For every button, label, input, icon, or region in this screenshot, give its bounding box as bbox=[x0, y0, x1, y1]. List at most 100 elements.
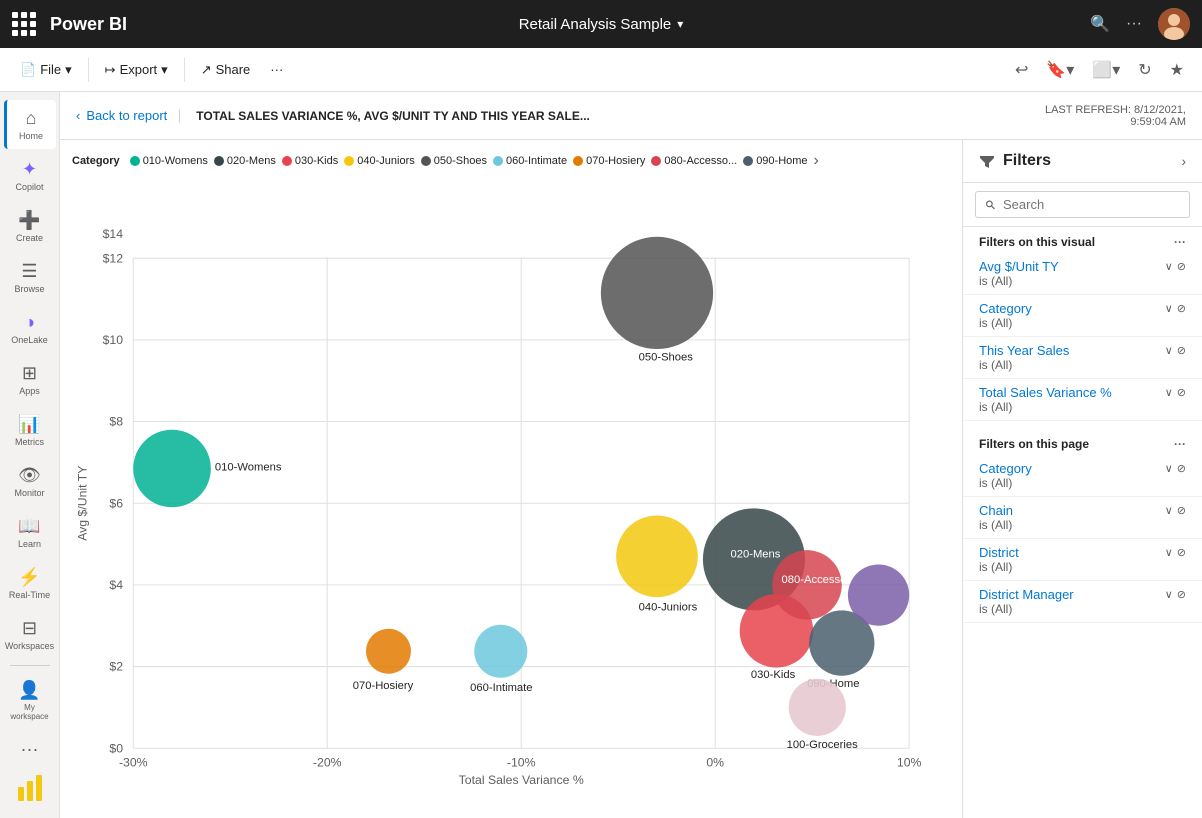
filter-icon bbox=[979, 153, 995, 169]
filter-page-cat-chevron[interactable]: ∨ bbox=[1165, 462, 1173, 475]
app-logo: Power BI bbox=[50, 14, 127, 35]
svg-text:050-Shoes: 050-Shoes bbox=[639, 351, 694, 363]
filters-title-text: Filters bbox=[1003, 152, 1051, 170]
filter-category-chevron[interactable]: ∨ bbox=[1165, 302, 1173, 315]
title-chevron-icon[interactable]: ▾ bbox=[677, 17, 683, 31]
sidebar-item-more[interactable]: ··· bbox=[4, 731, 56, 768]
filter-search-input[interactable] bbox=[1003, 197, 1179, 212]
undo-button[interactable]: ↩ bbox=[1009, 56, 1034, 84]
filter-item-category-header: Category ∨ ⊘ bbox=[979, 301, 1186, 316]
sidebar-item-apps[interactable]: ⊞ Apps bbox=[4, 355, 56, 404]
filter-chain-clear[interactable]: ⊘ bbox=[1177, 504, 1186, 517]
sidebar-item-workspaces[interactable]: ⊟ Workspaces bbox=[4, 610, 56, 659]
svg-text:$2: $2 bbox=[109, 660, 123, 674]
sidebar-item-myworkspace[interactable]: 👤 My workspace bbox=[4, 672, 56, 729]
main-area: ⌂ Home ✦ Copilot ➕ Create ☰ Browse ◑ One… bbox=[0, 92, 1202, 818]
filter-avg-unit-clear[interactable]: ⊘ bbox=[1177, 260, 1186, 273]
legend-next-button[interactable]: › bbox=[814, 152, 819, 170]
bubble-060-intimate[interactable] bbox=[474, 625, 527, 678]
separator bbox=[88, 58, 89, 82]
apps-grid-icon[interactable] bbox=[12, 12, 36, 36]
filter-districtmgr-chevron[interactable]: ∨ bbox=[1165, 588, 1173, 601]
legend-label-070: 070-Hosiery bbox=[586, 155, 645, 167]
filter-page-cat-clear[interactable]: ⊘ bbox=[1177, 462, 1186, 475]
filter-search-area bbox=[963, 183, 1202, 227]
filter-thisyear-chevron[interactable]: ∨ bbox=[1165, 344, 1173, 357]
powerbi-bottom-icon[interactable] bbox=[14, 773, 46, 810]
filter-avg-unit-controls: ∨ ⊘ bbox=[1165, 260, 1186, 273]
bubble-accessories-alt[interactable] bbox=[848, 564, 909, 625]
filter-districtmgr-clear[interactable]: ⊘ bbox=[1177, 588, 1186, 601]
legend: Category 010-Womens 020-Mens 030-Kids bbox=[72, 148, 950, 174]
refresh-button[interactable]: ↻ bbox=[1132, 56, 1157, 84]
export-button[interactable]: ↦ Export ▾ bbox=[97, 58, 176, 82]
sidebar-item-realtime[interactable]: ⚡ Real-Time bbox=[4, 559, 56, 608]
sidebar-item-home[interactable]: ⌂ Home bbox=[4, 100, 56, 149]
sidebar: ⌂ Home ✦ Copilot ➕ Create ☰ Browse ◑ One… bbox=[0, 92, 60, 818]
report-title-text: Retail Analysis Sample bbox=[519, 16, 672, 33]
filter-chain-name[interactable]: Chain bbox=[979, 503, 1013, 518]
content-area: ‹ Back to report TOTAL SALES VARIANCE %,… bbox=[60, 92, 1202, 818]
filter-chain-chevron[interactable]: ∨ bbox=[1165, 504, 1173, 517]
sidebar-item-browse[interactable]: ☰ Browse bbox=[4, 253, 56, 302]
apps-icon: ⊞ bbox=[22, 363, 37, 384]
filter-thisyear-name[interactable]: This Year Sales bbox=[979, 343, 1069, 358]
favorite-button[interactable]: ★ bbox=[1164, 56, 1190, 84]
filter-totalsalesvar-chevron[interactable]: ∨ bbox=[1165, 386, 1173, 399]
sidebar-item-browse-label: Browse bbox=[14, 284, 44, 294]
bookmark-dropdown-button[interactable]: 🔖▾ bbox=[1040, 56, 1080, 84]
back-to-report-button[interactable]: ‹ Back to report bbox=[76, 108, 167, 123]
sidebar-item-monitor[interactable]: 👁 Monitor bbox=[4, 457, 56, 506]
share-button[interactable]: ↗ Share bbox=[193, 58, 259, 82]
filter-thisyear-clear[interactable]: ⊘ bbox=[1177, 344, 1186, 357]
filter-district-clear[interactable]: ⊘ bbox=[1177, 546, 1186, 559]
filter-totalsalesvar-clear[interactable]: ⊘ bbox=[1177, 386, 1186, 399]
filter-category-clear[interactable]: ⊘ bbox=[1177, 302, 1186, 315]
filter-chain-header: Chain ∨ ⊘ bbox=[979, 503, 1186, 518]
filter-district-controls: ∨ ⊘ bbox=[1165, 546, 1186, 559]
more-commands-button[interactable]: ··· bbox=[262, 58, 291, 81]
filter-item-avg-unit: Avg $/Unit TY ∨ ⊘ is (All) bbox=[963, 253, 1202, 295]
svg-text:$4: $4 bbox=[109, 578, 123, 592]
bubble-100-groceries[interactable] bbox=[789, 679, 846, 736]
filter-category-name[interactable]: Category bbox=[979, 301, 1032, 316]
avatar[interactable] bbox=[1158, 8, 1190, 40]
filter-districtmgr-name[interactable]: District Manager bbox=[979, 587, 1074, 602]
more-commands-icon: ··· bbox=[270, 62, 283, 77]
bubble-040-juniors[interactable] bbox=[616, 515, 698, 597]
visual-filters-more-button[interactable]: ··· bbox=[1174, 235, 1186, 249]
filter-panel-expand-button[interactable]: › bbox=[1181, 153, 1186, 169]
svg-text:-30%: -30% bbox=[119, 756, 148, 770]
sidebar-item-create[interactable]: ➕ Create bbox=[4, 202, 56, 251]
sidebar-item-metrics[interactable]: 📊 Metrics bbox=[4, 406, 56, 455]
filter-totalsalesvar-name[interactable]: Total Sales Variance % bbox=[979, 385, 1112, 400]
filter-avg-unit-chevron[interactable]: ∨ bbox=[1165, 260, 1173, 273]
view-dropdown-button[interactable]: ⬜▾ bbox=[1086, 56, 1126, 84]
metrics-icon: 📊 bbox=[18, 414, 40, 435]
svg-text:$8: $8 bbox=[109, 415, 123, 429]
sidebar-item-copilot[interactable]: ✦ Copilot bbox=[4, 151, 56, 200]
sidebar-item-metrics-label: Metrics bbox=[15, 437, 44, 447]
more-options-button[interactable]: ··· bbox=[1126, 15, 1142, 33]
sidebar-item-onelake[interactable]: ◑ OneLake bbox=[4, 304, 56, 353]
svg-text:Avg $/Unit TY: Avg $/Unit TY bbox=[75, 466, 89, 541]
legend-label-050: 050-Shoes bbox=[434, 155, 487, 167]
bubble-070-hosiery[interactable] bbox=[366, 629, 411, 674]
filters-on-visual-header: Filters on this visual ··· bbox=[963, 227, 1202, 253]
filter-district-header: District ∨ ⊘ bbox=[979, 545, 1186, 560]
file-button[interactable]: 📄 File ▾ bbox=[12, 58, 80, 82]
filter-page-category-name[interactable]: Category bbox=[979, 461, 1032, 476]
bubble-010-womens[interactable] bbox=[133, 430, 211, 508]
search-button[interactable]: 🔍 bbox=[1090, 14, 1110, 34]
legend-label-030: 030-Kids bbox=[295, 155, 338, 167]
svg-text:060-Intimate: 060-Intimate bbox=[470, 682, 532, 694]
page-filters-more-button[interactable]: ··· bbox=[1174, 437, 1186, 451]
filter-district-name[interactable]: District bbox=[979, 545, 1019, 560]
legend-dot-020 bbox=[214, 156, 224, 166]
bubble-050-shoes[interactable] bbox=[601, 237, 713, 349]
filters-on-page-header: Filters on this page ··· bbox=[963, 429, 1202, 455]
filter-district-chevron[interactable]: ∨ bbox=[1165, 546, 1173, 559]
filters-title: Filters bbox=[979, 152, 1051, 170]
filter-avg-unit-name[interactable]: Avg $/Unit TY bbox=[979, 259, 1059, 274]
sidebar-item-learn[interactable]: 📖 Learn bbox=[4, 508, 56, 557]
